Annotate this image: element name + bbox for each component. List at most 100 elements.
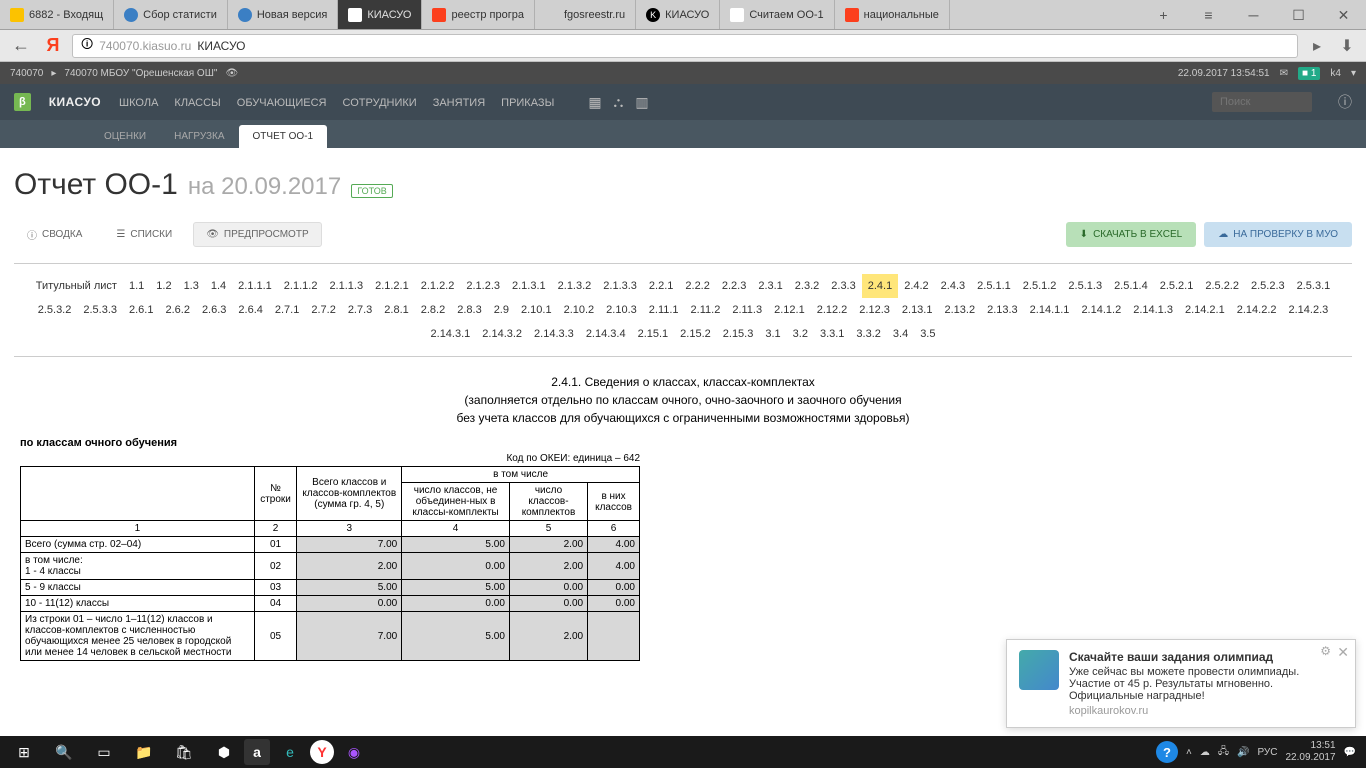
section-link[interactable]: 2.12.3 xyxy=(853,298,896,322)
eye-icon[interactable]: 👁 xyxy=(225,68,238,79)
section-link[interactable]: 2.13.2 xyxy=(938,298,981,322)
section-link[interactable]: 2.1.3.3 xyxy=(597,274,643,298)
bookmark-icon[interactable]: ▸ xyxy=(1306,35,1328,57)
section-link[interactable]: 2.4.1 xyxy=(862,274,898,298)
close-icon[interactable]: ✕ xyxy=(1337,644,1349,661)
section-link[interactable]: 2.5.1.4 xyxy=(1108,274,1154,298)
browser-tab[interactable]: 6882 - Входящ xyxy=(0,0,114,29)
tray-chevron-icon[interactable]: ˄ xyxy=(1186,747,1192,758)
section-link[interactable]: 2.7.3 xyxy=(342,298,378,322)
section-link[interactable]: 3.3.2 xyxy=(850,322,886,346)
section-link[interactable]: 2.2.1 xyxy=(643,274,679,298)
notifications-icon[interactable]: 💬 xyxy=(1344,747,1356,758)
section-link[interactable]: 2.14.1.2 xyxy=(1075,298,1127,322)
section-link[interactable]: 2.8.2 xyxy=(415,298,451,322)
browser-tab[interactable]: Считаем ОО-1 xyxy=(720,0,834,29)
section-link[interactable]: 2.1.1.2 xyxy=(278,274,324,298)
section-link[interactable]: 2.13.3 xyxy=(981,298,1024,322)
section-link[interactable]: 2.1.2.3 xyxy=(460,274,506,298)
close-icon[interactable]: ✕ xyxy=(1321,0,1366,30)
section-link[interactable]: 2.12.2 xyxy=(811,298,854,322)
search-input[interactable] xyxy=(1212,92,1312,112)
section-link[interactable]: 2.3.3 xyxy=(825,274,861,298)
view-preview-button[interactable]: 👁ПРЕДПРОСМОТР xyxy=(193,222,321,247)
section-link[interactable]: 2.15.1 xyxy=(632,322,675,346)
volume-icon[interactable]: 🔊 xyxy=(1237,747,1249,758)
nav-link[interactable]: ШКОЛА xyxy=(119,97,158,109)
user-label[interactable]: k4 xyxy=(1330,68,1341,79)
section-link[interactable]: 1.4 xyxy=(205,274,232,298)
section-link[interactable]: 2.5.3.3 xyxy=(77,298,123,322)
section-link[interactable]: 2.1.1.1 xyxy=(232,274,278,298)
section-link[interactable]: 2.14.2.1 xyxy=(1179,298,1231,322)
section-link[interactable]: 2.8.3 xyxy=(451,298,487,322)
section-link[interactable]: 2.15.3 xyxy=(717,322,760,346)
section-link[interactable]: 2.11.3 xyxy=(726,298,768,322)
section-link[interactable]: 2.14.1.3 xyxy=(1127,298,1179,322)
clock[interactable]: 13:51 22.09.2017 xyxy=(1285,740,1335,764)
section-link[interactable]: 1.2 xyxy=(150,274,177,298)
browser-tab[interactable]: KКИАСУО xyxy=(636,0,720,29)
section-link[interactable]: 2.2.2 xyxy=(679,274,715,298)
section-link[interactable]: 3.2 xyxy=(787,322,814,346)
section-link[interactable]: 2.5.2.3 xyxy=(1245,274,1291,298)
section-link[interactable]: 2.5.1.1 xyxy=(971,274,1017,298)
section-link[interactable]: 2.5.3.1 xyxy=(1291,274,1337,298)
section-link[interactable]: 2.10.3 xyxy=(600,298,643,322)
school-name[interactable]: 740070 МБОУ "Орешенская ОШ" xyxy=(64,68,217,79)
section-link[interactable]: 2.8.1 xyxy=(378,298,414,322)
section-link[interactable]: 3.4 xyxy=(887,322,914,346)
yandex-logo-icon[interactable]: Я xyxy=(42,35,64,57)
section-link[interactable]: 2.1.2.2 xyxy=(415,274,461,298)
section-link[interactable]: 2.6.4 xyxy=(232,298,268,322)
section-link[interactable]: 2.11.1 xyxy=(643,298,685,322)
browser-tab[interactable]: КИАСУО xyxy=(338,0,422,29)
section-link[interactable]: 2.10.1 xyxy=(515,298,558,322)
start-icon[interactable]: ⊞ xyxy=(4,736,44,768)
section-link[interactable]: 2.5.2.2 xyxy=(1199,274,1245,298)
browser-tab[interactable]: Сбор статисти xyxy=(114,0,228,29)
amazon-icon[interactable]: a xyxy=(244,739,270,765)
section-link[interactable]: 2.6.1 xyxy=(123,298,159,322)
section-link[interactable]: 3.3.1 xyxy=(814,322,850,346)
dropbox-icon[interactable]: ⬢ xyxy=(204,736,244,768)
network-icon[interactable]: 🖧 xyxy=(1218,744,1229,761)
section-link[interactable]: Титульный лист xyxy=(30,274,123,298)
section-link[interactable]: 2.14.3.3 xyxy=(528,322,580,346)
yandex-browser-icon[interactable]: Y xyxy=(310,740,334,764)
section-link[interactable]: 2.14.1.1 xyxy=(1024,298,1076,322)
section-link[interactable]: 2.14.3.2 xyxy=(476,322,528,346)
sub-tab[interactable]: ОЦЕНКИ xyxy=(90,125,160,148)
gear-icon[interactable]: ⚙ xyxy=(1320,644,1331,658)
ie-icon[interactable]: e xyxy=(270,736,310,768)
section-link[interactable]: 2.1.2.1 xyxy=(369,274,415,298)
section-link[interactable]: 2.9 xyxy=(488,298,515,322)
download-icon[interactable]: ⬇ xyxy=(1336,35,1358,57)
section-link[interactable]: 2.1.1.3 xyxy=(323,274,369,298)
section-link[interactable]: 3.1 xyxy=(759,322,786,346)
section-link[interactable]: 2.10.2 xyxy=(558,298,601,322)
menu-icon[interactable]: ≡ xyxy=(1186,0,1231,30)
explorer-icon[interactable]: 📁 xyxy=(124,736,164,768)
section-link[interactable]: 2.14.2.2 xyxy=(1231,298,1283,322)
grid-icon[interactable]: ▦ xyxy=(588,94,601,111)
send-review-button[interactable]: ☁НА ПРОВЕРКУ В МУО xyxy=(1204,222,1352,247)
section-link[interactable]: 2.11.2 xyxy=(685,298,727,322)
section-link[interactable]: 2.4.2 xyxy=(898,274,934,298)
url-input[interactable]: 🛈 740070.kiasuo.ru КИАСУО xyxy=(72,34,1298,58)
section-link[interactable]: 2.5.1.3 xyxy=(1062,274,1108,298)
section-link[interactable]: 2.5.2.1 xyxy=(1154,274,1200,298)
onedrive-icon[interactable]: ☁ xyxy=(1200,747,1210,758)
help-icon[interactable]: ⓘ xyxy=(1338,92,1352,112)
section-link[interactable]: 2.14.3.4 xyxy=(580,322,632,346)
nav-link[interactable]: КЛАССЫ xyxy=(174,97,220,109)
new-tab-icon[interactable]: + xyxy=(1141,0,1186,30)
lang-label[interactable]: РУС xyxy=(1257,747,1277,758)
section-link[interactable]: 2.14.3.1 xyxy=(425,322,477,346)
section-link[interactable]: 2.5.1.2 xyxy=(1017,274,1063,298)
store-icon[interactable]: 🛍 xyxy=(164,736,204,768)
browser-tab[interactable]: национальные xyxy=(835,0,950,29)
section-link[interactable]: 2.5.3.2 xyxy=(32,298,78,322)
section-link[interactable]: 1.3 xyxy=(178,274,205,298)
app-icon[interactable]: ◉ xyxy=(334,736,374,768)
